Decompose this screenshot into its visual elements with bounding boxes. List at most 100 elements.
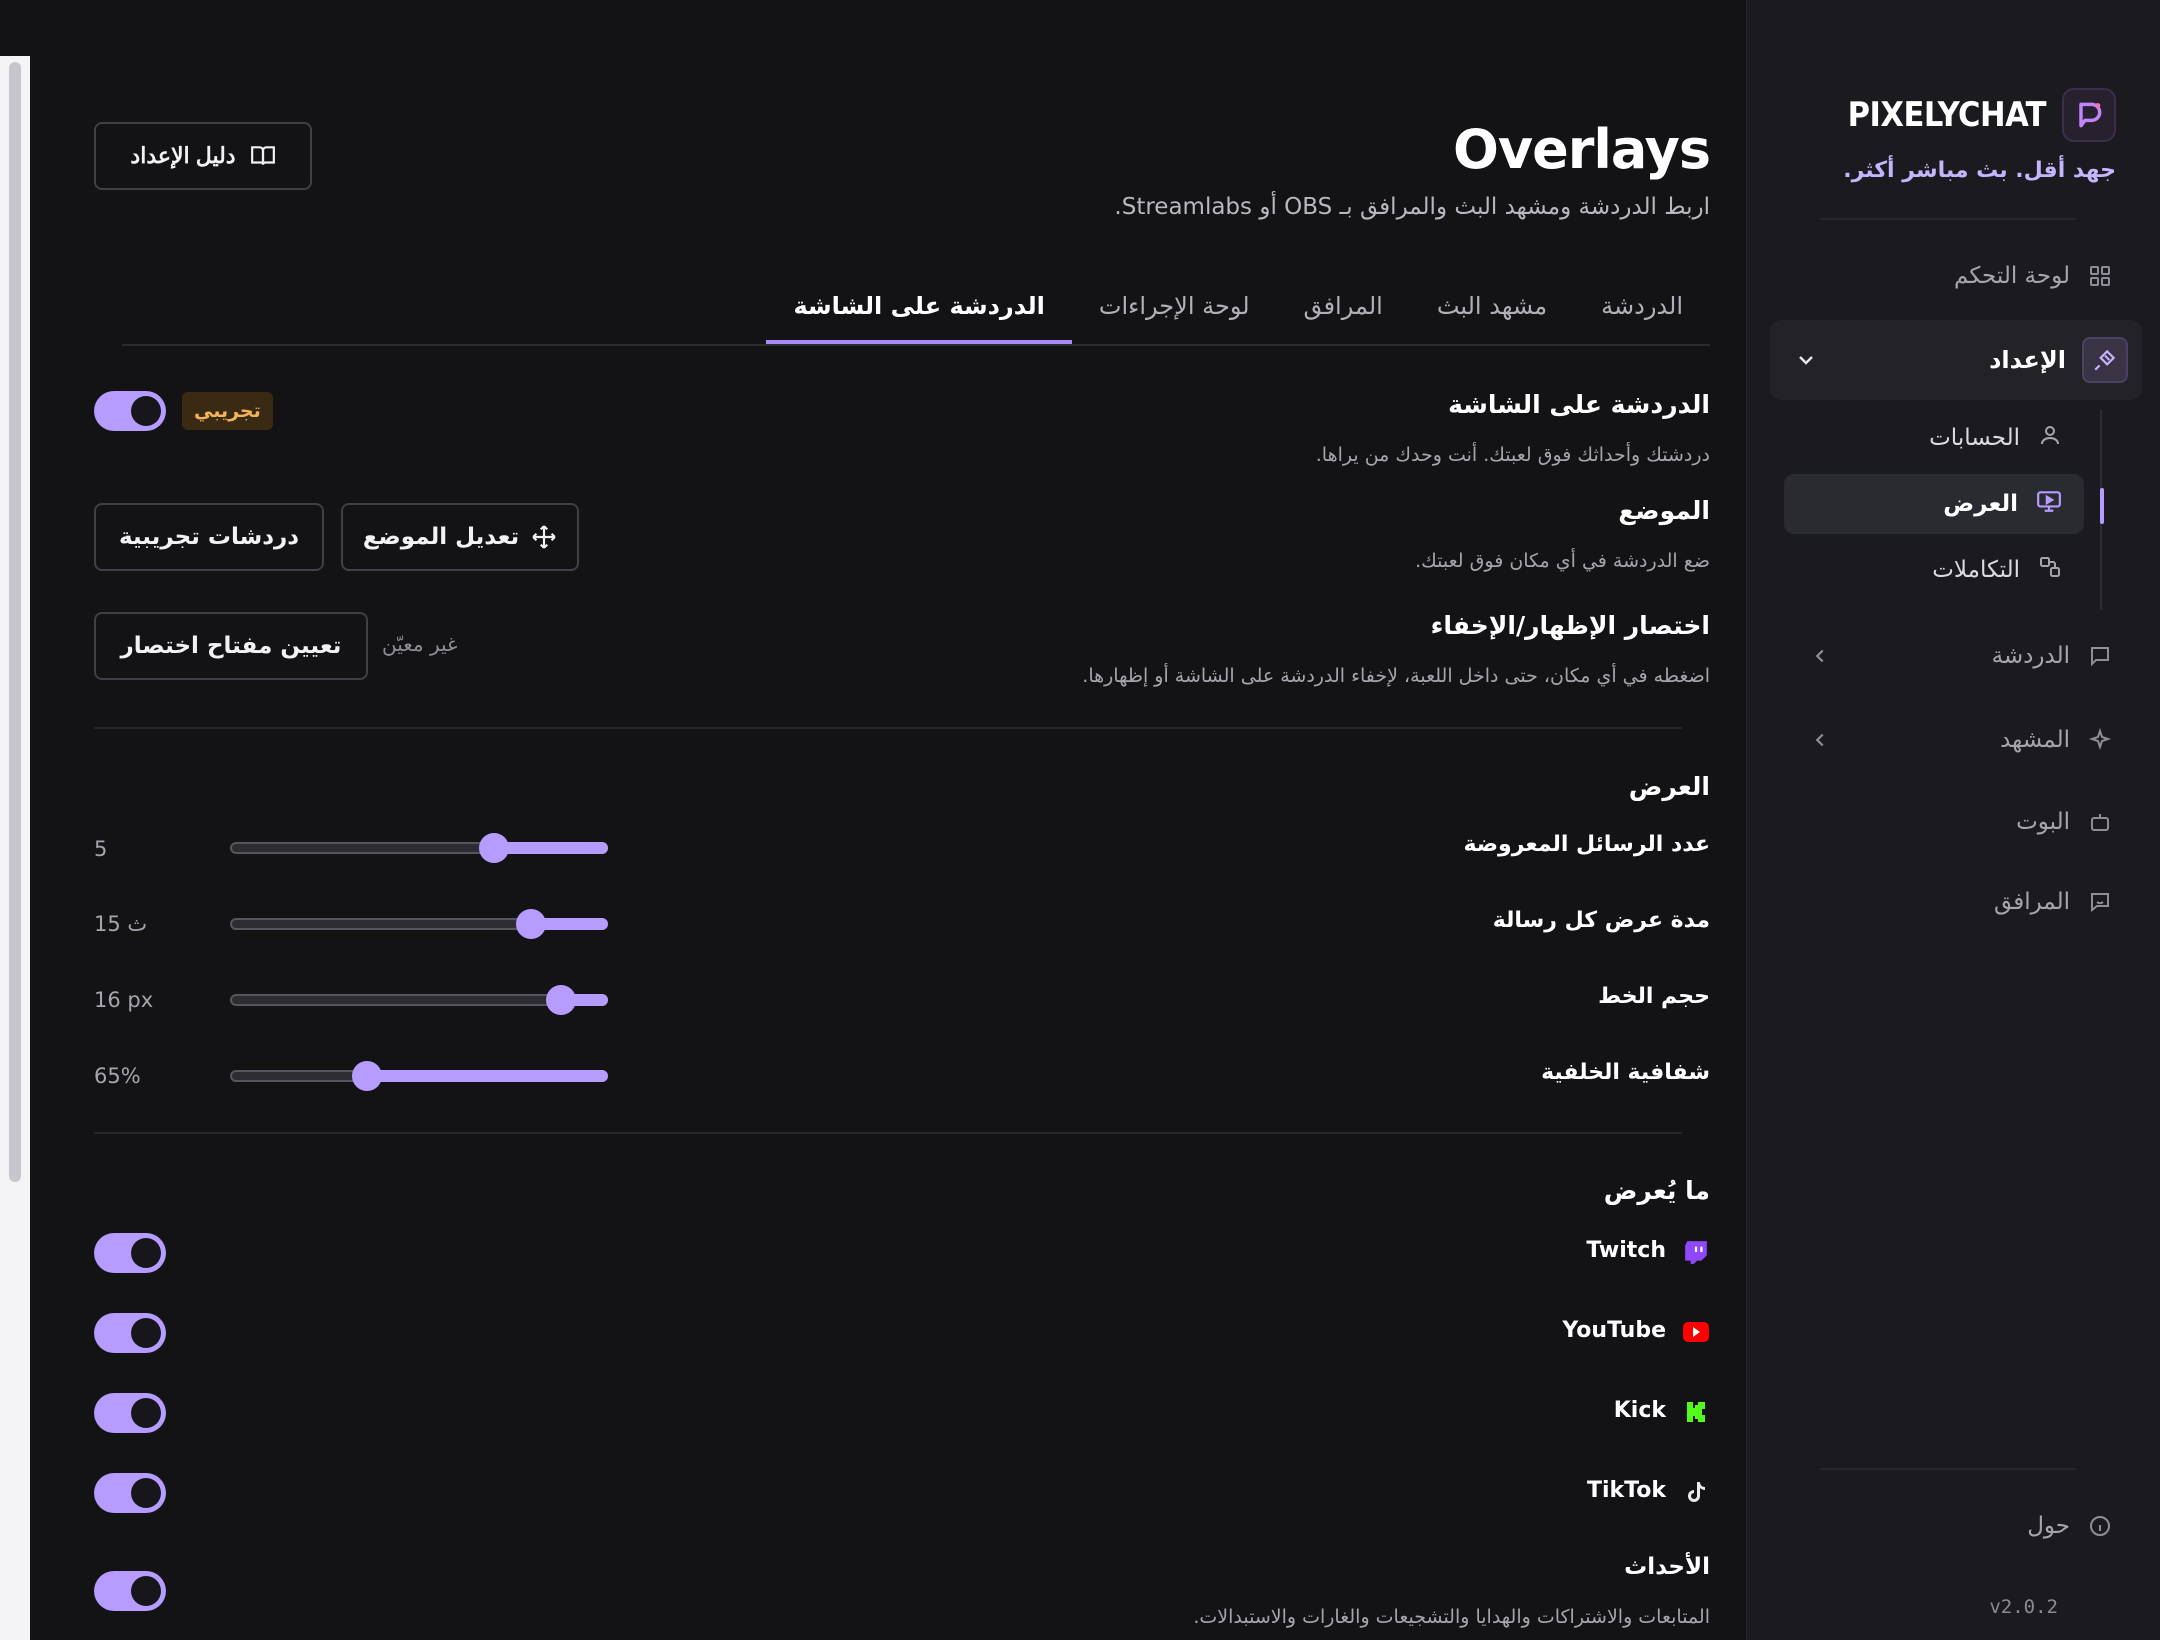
onscreen-chat-toggle[interactable] [94,391,166,431]
slider-thumb[interactable] [351,1061,382,1091]
events-toggle[interactable] [94,1571,166,1611]
kick-label: Kick [1613,1398,1666,1423]
youtube-label: YouTube [1562,1318,1666,1343]
sidebar-item-integrations[interactable]: التكاملات [1784,540,2084,600]
tiktok-label: TikTok [1586,1478,1666,1503]
grid-icon [2086,262,2114,290]
monitor-play-icon [2036,488,2062,520]
tab-companion[interactable]: المرافق [1277,280,1410,344]
chevron-left-icon[interactable] [1808,728,1832,752]
edit-position-button[interactable]: تعديل الموضع [341,503,579,571]
sidebar-item-dashboard[interactable]: لوحة التحكم [1794,246,2114,306]
set-shortcut-label: تعيين مفتاح اختصار [120,633,342,659]
sidebar-item-label: البوت [2016,809,2070,835]
tab-chat[interactable]: الدردشة [1574,280,1710,344]
events-title: الأحداث [1624,1554,1710,1580]
shortcut-state: غير معيّن [382,632,458,656]
kick-icon [1682,1398,1710,1426]
setup-guide-label: دليل الإعداد [130,143,236,168]
youtube-toggle[interactable] [94,1313,166,1353]
app-logo-icon [2062,88,2116,142]
messages-count-slider[interactable] [230,833,608,863]
sidebar-item-chat[interactable]: الدردشة [1794,626,2114,686]
sidebar-item-about[interactable]: حول [1794,1496,2114,1556]
message-duration-value: 15 ث [94,912,148,936]
kick-toggle[interactable] [94,1393,166,1433]
sidebar-item-label: حول [2027,1513,2070,1539]
sidebar-item-display[interactable]: العرض [1784,474,2084,534]
test-chats-label: دردشات تجريبية [118,524,300,550]
messages-count-label: عدد الرسائل المعروضة [1463,832,1710,857]
sparkle-icon [2086,726,2114,754]
chevron-left-icon[interactable] [1808,644,1832,668]
message-duration-label: مدة عرض كل رسالة [1492,908,1710,933]
sidebar-item-setup[interactable]: الإعداد [1784,330,2128,390]
active-indicator [2100,488,2104,524]
edit-position-label: تعديل الموضع [362,524,520,550]
position-title: الموضع [1618,496,1710,525]
messages-count-value: 5 [94,837,108,861]
background-opacity-value: 65% [94,1064,141,1088]
page-scrollbar[interactable] [0,56,30,1640]
slider-thumb[interactable] [546,985,577,1015]
onscreen-chat-title: الدردشة على الشاشة [1448,390,1710,419]
sidebar-item-label: المشهد [2000,727,2070,753]
plug-icon [2082,337,2128,383]
companion-icon [2086,888,2114,916]
sidebar-item-label: الدردشة [1991,643,2070,669]
sidebar-group-setup: الإعداد [1770,320,2142,400]
tiktok-icon [1682,1478,1710,1506]
background-opacity-label: شفافية الخلفية [1541,1060,1710,1085]
chevron-down-icon[interactable] [1794,348,1818,378]
app-version: v2.0.2 [1989,1596,2058,1618]
sidebar-item-bot[interactable]: البوت [1794,792,2114,852]
font-size-value: 16 px [94,988,154,1012]
setup-guide-button[interactable]: دليل الإعداد [94,122,312,190]
tab-actions-panel[interactable]: لوحة الإجراءات [1072,280,1277,344]
message-duration-slider[interactable] [230,909,608,939]
book-icon [250,146,275,165]
shown-title: ما يُعرض [1603,1176,1710,1205]
sidebar-item-accounts[interactable]: الحسابات [1784,408,2084,468]
info-icon [2086,1512,2114,1540]
bot-icon [2086,808,2114,836]
main-panel: دليل الإعداد Overlays اربط الدردشة ومشهد… [30,0,1746,1640]
set-shortcut-button[interactable]: تعيين مفتاح اختصار [94,612,368,680]
events-desc: المتابعات والاشتراكات والهدايا والتشجيعا… [1193,1606,1710,1628]
section-divider [94,727,1682,729]
sidebar-item-companion[interactable]: المرافق [1794,872,2114,932]
twitch-label: Twitch [1586,1238,1666,1263]
page-title: Overlays [1453,118,1711,181]
tab-onscreen-chat[interactable]: الدردشة على الشاشة [766,280,1072,344]
user-icon [2038,423,2062,453]
font-size-label: حجم الخط [1598,984,1710,1009]
font-size-slider[interactable] [230,985,608,1015]
sidebar-item-label: لوحة التحكم [1954,263,2070,289]
tab-stream-scene[interactable]: مشهد البث [1410,280,1574,344]
sidebar-item-scene[interactable]: المشهد [1794,710,2114,770]
position-desc: ضع الدردشة في أي مكان فوق لعبتك. [1415,550,1710,572]
sidebar-item-label: العرض [1943,491,2018,517]
section-divider [94,1132,1682,1134]
tab-bar: الدردشة مشهد البث المرافق لوحة الإجراءات… [122,280,1710,346]
brand: PIXELYCHAT [1848,88,2116,142]
onscreen-chat-desc: دردشتك وأحداثك فوق لعبتك. أنت وحدك من ير… [1315,444,1710,466]
sidebar-item-label: الحسابات [1929,425,2020,451]
slider-thumb[interactable] [516,909,547,939]
test-chats-button[interactable]: دردشات تجريبية [94,503,324,571]
experimental-badge: تجريبي [182,392,273,430]
sidebar-item-label: المرافق [1994,889,2070,915]
twitch-toggle[interactable] [94,1233,166,1273]
tiktok-toggle[interactable] [94,1473,166,1513]
shortcut-title: اختصار الإظهار/الإخفاء [1430,611,1710,640]
slider-thumb[interactable] [478,833,509,863]
sidebar-divider [1820,1468,2076,1470]
move-icon [532,525,556,549]
brand-name: PIXELYCHAT [1847,95,2047,135]
sidebar-item-label: التكاملات [1932,557,2020,583]
shortcut-desc: اضغطه في أي مكان، حتى داخل اللعبة، لإخفا… [1082,665,1710,687]
display-title: العرض [1628,772,1710,801]
background-opacity-slider[interactable] [230,1061,608,1091]
scrollbar-thumb[interactable] [9,62,21,1182]
twitch-icon [1682,1238,1710,1266]
